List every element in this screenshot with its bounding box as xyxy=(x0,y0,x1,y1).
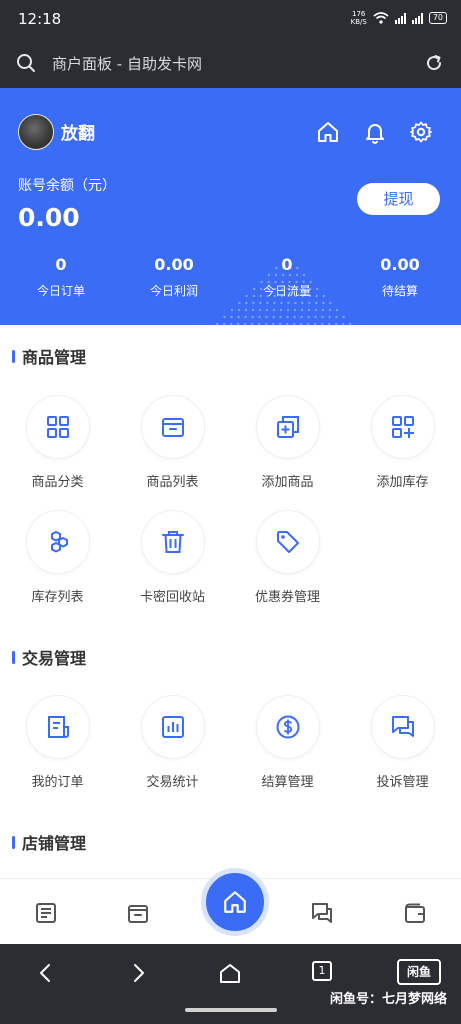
tile-my-orders[interactable]: 我的订单 xyxy=(0,695,115,790)
tile-label: 商品列表 xyxy=(146,475,199,490)
document-icon[interactable] xyxy=(34,901,58,925)
gear-icon[interactable] xyxy=(409,120,433,144)
section-title-shop: 店铺管理 xyxy=(12,830,86,854)
status-icons: 176 KB/S 70 xyxy=(351,10,447,26)
tile-label: 卡密回收站 xyxy=(139,590,205,605)
stat-value: 0 xyxy=(281,255,293,274)
tile-label: 交易统计 xyxy=(146,775,199,790)
tile-add-goods[interactable]: 添加商品 xyxy=(230,395,345,490)
section-title-trade: 交易管理 xyxy=(12,645,86,669)
forward-icon[interactable] xyxy=(127,962,149,984)
home-icon[interactable] xyxy=(316,120,340,144)
signal-icon xyxy=(411,12,423,24)
tile-goods-category[interactable]: 商品分类 xyxy=(0,395,115,490)
tile-trade-statistics[interactable]: 交易统计 xyxy=(115,695,230,790)
hexagons-icon xyxy=(50,531,68,553)
tile-label: 库存列表 xyxy=(31,590,84,605)
back-icon[interactable] xyxy=(35,962,57,984)
section-title-goods: 商品管理 xyxy=(12,344,86,368)
stat-label: 今日流量 xyxy=(262,284,311,298)
order-icon xyxy=(47,716,69,738)
wallet-icon[interactable] xyxy=(403,901,427,925)
account-header: 放翻 账号余额（元） 0.00 提现 0 今日订单 0.00 今日利润 0 今日… xyxy=(0,88,461,325)
tile-label: 结算管理 xyxy=(261,775,314,790)
stat-label: 今日利润 xyxy=(149,284,198,298)
watermark: 闲鱼号：七月梦网络 xyxy=(329,992,447,1007)
browser-bar: 商户面板 - 自助发卡网 xyxy=(0,38,461,88)
refresh-icon[interactable] xyxy=(424,53,444,73)
balance-label: 账号余额（元） xyxy=(18,178,116,194)
tile-card-recycle-bin[interactable]: 卡密回收站 xyxy=(115,510,230,605)
stat-pending-settlement[interactable]: 0.00 待结算 xyxy=(350,255,450,299)
xianyu-logo: 闲鱼 xyxy=(397,959,441,985)
username: 放翻 xyxy=(61,124,95,144)
tile-label: 投诉管理 xyxy=(376,775,429,790)
tile-label: 商品分类 xyxy=(31,475,84,490)
status-bar: 12:18 176 KB/S 70 xyxy=(0,0,461,38)
home-icon[interactable] xyxy=(219,962,241,984)
tile-settlement-management[interactable]: 结算管理 xyxy=(230,695,345,790)
stat-label: 待结算 xyxy=(381,284,418,298)
dollar-icon xyxy=(276,715,299,739)
status-time: 12:18 xyxy=(18,10,62,28)
grid-plus-icon xyxy=(391,416,414,438)
tile-add-stock[interactable]: 添加库存 xyxy=(345,395,460,490)
search-icon[interactable] xyxy=(16,53,36,73)
stat-value: 0 xyxy=(55,255,67,274)
stat-today-traffic[interactable]: 0 今日流量 xyxy=(237,255,337,299)
page-title[interactable]: 商户面板 - 自助发卡网 xyxy=(52,53,202,74)
chat-icon xyxy=(391,716,414,737)
signal-icon xyxy=(394,12,406,24)
stat-today-orders[interactable]: 0 今日订单 xyxy=(11,255,111,299)
tile-stock-list[interactable]: 库存列表 xyxy=(0,510,115,605)
battery-icon: 70 xyxy=(428,12,447,24)
bell-icon[interactable] xyxy=(363,120,387,144)
stat-value: 0.00 xyxy=(380,255,420,274)
grid-icon xyxy=(46,416,69,438)
home-indicator[interactable] xyxy=(185,1008,277,1012)
tile-label: 优惠券管理 xyxy=(254,590,320,605)
tag-icon xyxy=(276,531,299,553)
system-nav: 1 闲鱼 闲鱼号：七月梦网络 xyxy=(0,944,461,1024)
tile-complaint-management[interactable]: 投诉管理 xyxy=(345,695,460,790)
box-icon[interactable] xyxy=(126,901,150,925)
tile-label: 我的订单 xyxy=(31,775,84,790)
trash-icon xyxy=(161,531,184,553)
withdraw-button[interactable]: 提现 xyxy=(357,183,440,215)
balance-value: 0.00 xyxy=(18,203,80,232)
nav-home-button[interactable] xyxy=(201,868,269,936)
tile-coupon-management[interactable]: 优惠券管理 xyxy=(230,510,345,605)
home-icon xyxy=(224,891,246,913)
avatar[interactable] xyxy=(18,114,54,150)
copy-plus-icon xyxy=(276,416,299,438)
stat-value: 0.00 xyxy=(154,255,194,274)
stat-today-profit[interactable]: 0.00 今日利润 xyxy=(124,255,224,299)
tile-goods-list[interactable]: 商品列表 xyxy=(115,395,230,490)
tile-label: 添加商品 xyxy=(261,475,314,490)
network-speed: 176 KB/S xyxy=(350,10,367,26)
tile-label: 添加库存 xyxy=(376,475,429,490)
tabs-count[interactable]: 1 xyxy=(312,961,332,981)
wifi-icon xyxy=(373,12,389,24)
chart-icon xyxy=(161,716,184,738)
box-icon xyxy=(161,418,184,437)
chat-icon[interactable] xyxy=(310,901,334,925)
stat-label: 今日订单 xyxy=(36,284,85,298)
